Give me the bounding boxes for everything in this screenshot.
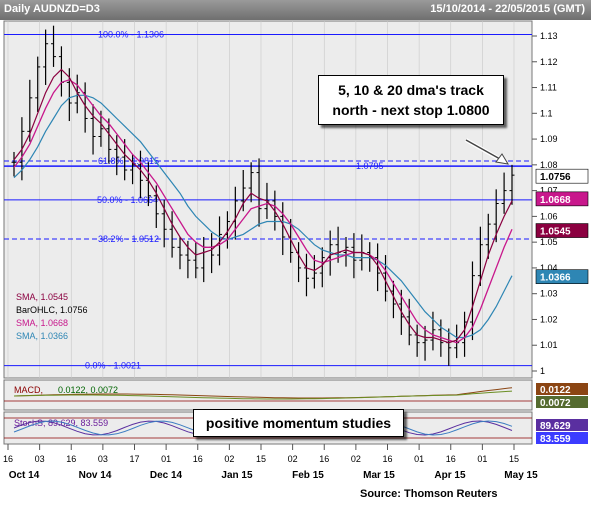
x-month-label: May 15 bbox=[504, 470, 538, 481]
y-tick-label: 1.1 bbox=[540, 108, 553, 118]
x-month-label: Apr 15 bbox=[434, 470, 466, 481]
x-day-label: 16 bbox=[193, 454, 203, 464]
price-badge-text: 1.0756 bbox=[540, 172, 571, 183]
fib-level-label: 100.0% - 1.1306 bbox=[98, 29, 164, 39]
fib-level-label: 0.0% - 1.0021 bbox=[85, 361, 141, 371]
y-tick-label: 1.05 bbox=[540, 237, 558, 247]
chart-header: Daily AUDNZD=D3 15/10/2014 - 22/05/2015 … bbox=[0, 0, 591, 20]
callout-line-1: 5, 10 & 20 dma's track bbox=[338, 82, 484, 98]
x-day-label: 15 bbox=[509, 454, 519, 464]
y-tick-label: 1.06 bbox=[540, 211, 558, 221]
momentum-label: positive momentum studies bbox=[193, 409, 404, 437]
y-tick-label: 1.11 bbox=[540, 83, 557, 93]
x-month-label: Oct 14 bbox=[9, 470, 40, 481]
fib-level-label: 38.2% - 1.0512 bbox=[98, 234, 159, 244]
macd-badge-text: 0.0122 bbox=[540, 385, 571, 396]
price-badge-text: 1.0366 bbox=[540, 273, 571, 284]
x-month-label: Dec 14 bbox=[150, 470, 183, 481]
y-tick-label: 1 bbox=[540, 366, 545, 376]
price-badge-text: 1.0545 bbox=[540, 227, 571, 238]
y-tick-label: 1.13 bbox=[540, 31, 558, 41]
price-badge-text: 1.0668 bbox=[540, 195, 571, 206]
instrument-title: Daily AUDNZD=D3 bbox=[4, 3, 100, 15]
legend-entry: SMA, 1.0366 bbox=[16, 331, 68, 341]
x-day-label: 16 bbox=[66, 454, 76, 464]
x-day-label: 17 bbox=[129, 454, 139, 464]
date-range: 15/10/2014 - 22/05/2015 (GMT) bbox=[430, 3, 585, 15]
x-day-label: 16 bbox=[446, 454, 456, 464]
x-month-label: Nov 14 bbox=[79, 470, 112, 481]
y-tick-label: 1.08 bbox=[540, 160, 558, 170]
x-day-label: 01 bbox=[161, 454, 171, 464]
y-tick-label: 1.01 bbox=[540, 340, 558, 350]
y-tick-label: 1.02 bbox=[540, 314, 558, 324]
x-month-label: Jan 15 bbox=[221, 470, 253, 481]
source-credit: Source: Thomson Reuters bbox=[360, 488, 498, 500]
x-day-label: 01 bbox=[477, 454, 487, 464]
x-day-label: 03 bbox=[98, 454, 108, 464]
callout-line-2: north - next stop 1.0800 bbox=[332, 102, 490, 118]
callout-box: 5, 10 & 20 dma's track north - next stop… bbox=[318, 75, 504, 125]
x-day-label: 02 bbox=[351, 454, 361, 464]
legend-entry: SMA, 1.0545 bbox=[16, 292, 68, 302]
x-day-label: 16 bbox=[3, 454, 13, 464]
y-tick-label: 1.03 bbox=[540, 289, 558, 299]
macd-label: MACD, bbox=[14, 385, 43, 395]
x-day-label: 15 bbox=[256, 454, 266, 464]
y-tick-label: 1.12 bbox=[540, 57, 558, 67]
stoch-badge-text: 83.559 bbox=[540, 434, 571, 445]
x-day-label: 02 bbox=[224, 454, 234, 464]
y-tick-label: 1.09 bbox=[540, 134, 558, 144]
legend-entry: SMA, 1.0668 bbox=[16, 318, 68, 328]
x-month-label: Mar 15 bbox=[363, 470, 395, 481]
x-month-label: Feb 15 bbox=[292, 470, 324, 481]
legend-entry: BarOHLC, 1.0756 bbox=[16, 305, 88, 315]
x-day-label: 16 bbox=[382, 454, 392, 464]
resistance-label: 1.0795 bbox=[356, 161, 384, 171]
macd-badge-text: 0.0072 bbox=[540, 398, 571, 409]
x-day-label: 03 bbox=[35, 454, 45, 464]
x-day-label: 02 bbox=[288, 454, 298, 464]
stoch-badge-text: 89.629 bbox=[540, 421, 571, 432]
x-day-label: 16 bbox=[319, 454, 329, 464]
x-day-label: 01 bbox=[414, 454, 424, 464]
